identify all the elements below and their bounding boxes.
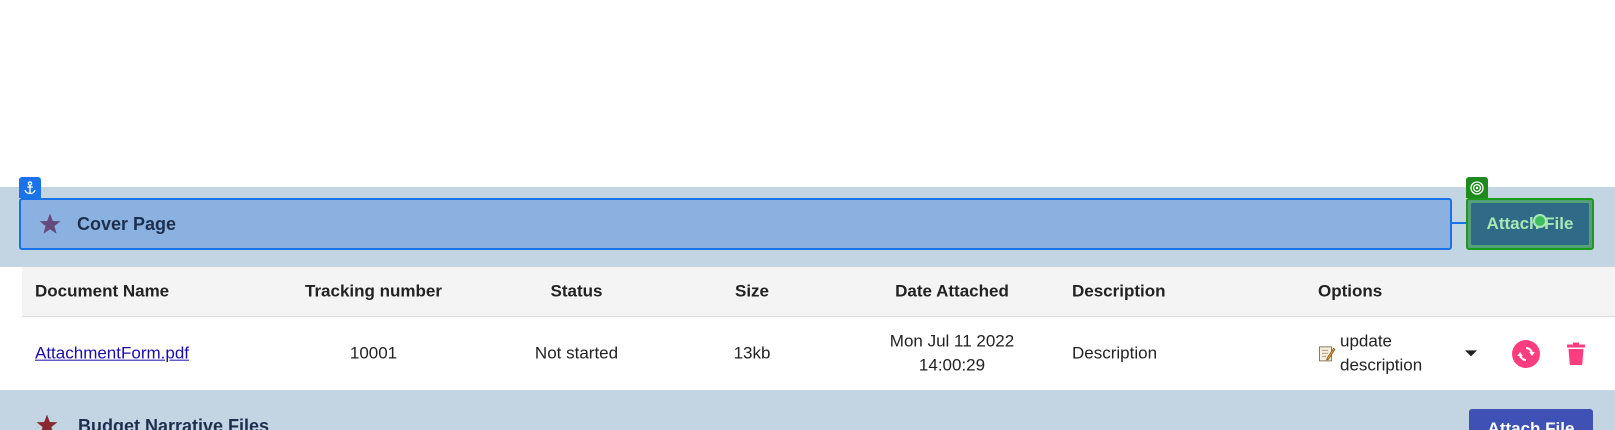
option-label-line2: description: [1340, 355, 1423, 375]
attach-file-label: Attach File: [1486, 214, 1574, 233]
table-row: AttachmentForm.pdf 10001 Not started 13k…: [22, 317, 1615, 390]
date-attached-time: 14:00:29: [918, 355, 986, 375]
anchor-icon: [24, 180, 36, 194]
table-header: Document Name Tracking number Status Siz…: [22, 267, 1615, 317]
column-header-size: Size: [734, 281, 770, 301]
date-attached-day: Mon Jul 11 2022: [889, 330, 1015, 350]
document-link[interactable]: AttachmentForm.pdf: [35, 341, 189, 366]
anchor-badge[interactable]: [19, 177, 41, 198]
section-header-cover-page[interactable]: Cover Page: [19, 198, 1452, 250]
section-title: Cover Page: [77, 213, 177, 234]
trash-icon: [1567, 342, 1585, 365]
tracking-number: 10001: [349, 343, 398, 363]
attach-file-button[interactable]: Attach File: [1471, 203, 1589, 245]
connector-line: [1452, 222, 1467, 224]
column-header-status: Status: [550, 281, 603, 301]
options-dropdown[interactable]: update description: [1318, 329, 1478, 378]
column-header-options: Options: [1318, 281, 1383, 301]
description-text: Description: [1072, 343, 1158, 363]
star-icon: [36, 414, 58, 430]
drop-indicator-icon: [1533, 214, 1547, 228]
column-header-document-name: Document Name: [35, 281, 170, 301]
column-header-date-attached: Date Attached: [895, 281, 1009, 301]
refresh-button[interactable]: [1512, 339, 1540, 368]
column-header-tracking-number: Tracking number: [305, 281, 442, 301]
date-attached: Mon Jul 11 2022 14:00:29: [867, 329, 1037, 378]
options-selected-value: update description: [1340, 329, 1450, 378]
attach-file-button-budget-narrative[interactable]: Attach File: [1469, 409, 1593, 430]
star-icon: [37, 211, 63, 237]
target-badge[interactable]: [1466, 177, 1488, 198]
column-header-description: Description: [1072, 281, 1166, 301]
page: Cover Page Attach File Document Name Tra…: [0, 0, 1615, 430]
refresh-icon: [1517, 346, 1535, 361]
edit-note-icon: [1319, 346, 1336, 362]
target-icon: [1470, 180, 1484, 195]
option-label-line1: update: [1340, 330, 1392, 350]
delete-button[interactable]: [1565, 341, 1587, 367]
chevron-down-icon[interactable]: [1464, 350, 1478, 358]
file-size: 13kb: [733, 343, 771, 363]
section-title-budget-narrative: Budget Narrative Files: [78, 416, 270, 430]
status-text: Not started: [534, 343, 619, 363]
attach-file-dropzone[interactable]: Attach File: [1466, 198, 1594, 250]
attachments-table: Document Name Tracking number Status Siz…: [22, 267, 1615, 390]
